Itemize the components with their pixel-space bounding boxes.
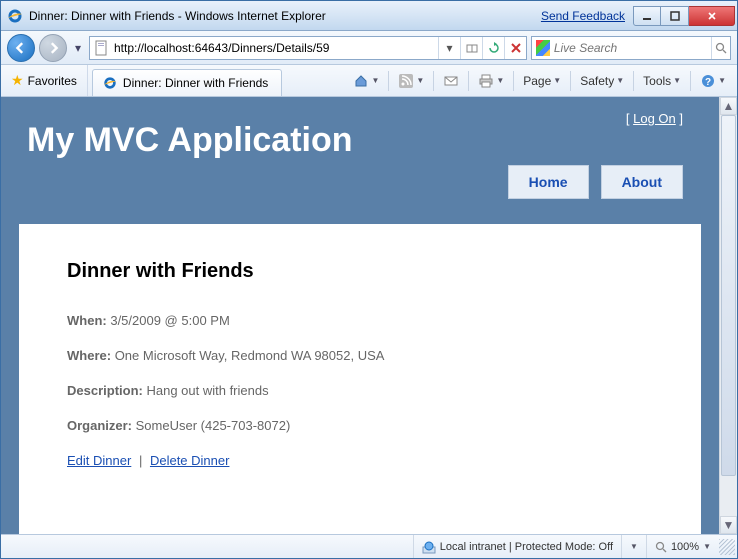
rss-icon <box>398 73 414 89</box>
zoom-text: 100% <box>671 541 699 553</box>
client-area: [ Log On ] My MVC Application Home About… <box>1 97 737 534</box>
search-provider-icon <box>536 40 550 56</box>
ie-icon <box>103 76 117 90</box>
status-bar: Local intranet | Protected Mode: Off ▼ 1… <box>1 534 737 558</box>
chevron-down-icon: ▼ <box>703 542 711 551</box>
action-links: Edit Dinner | Delete Dinner <box>67 453 653 468</box>
description-label: Description: <box>67 383 143 398</box>
title-bar: Dinner: Dinner with Friends - Windows In… <box>1 1 737 31</box>
address-bar: ▾ <box>89 36 527 60</box>
address-dropdown[interactable]: ▾ <box>438 37 460 59</box>
page-icon <box>94 40 110 56</box>
content-card: Dinner with Friends When: 3/5/2009 @ 5:0… <box>19 224 701 534</box>
close-button[interactable] <box>689 6 735 26</box>
when-label: When: <box>67 313 107 328</box>
browser-tab[interactable]: Dinner: Dinner with Friends <box>92 69 282 96</box>
recent-pages-dropdown[interactable]: ▾ <box>71 34 85 62</box>
intranet-icon <box>422 540 436 554</box>
tools-menu-label: Tools <box>643 74 671 88</box>
svg-text:?: ? <box>705 77 711 88</box>
help-icon: ? <box>700 73 716 89</box>
ie-icon <box>7 8 23 24</box>
back-button[interactable] <box>7 34 35 62</box>
tools-menu[interactable]: Tools ▼ <box>638 69 686 93</box>
scroll-track[interactable] <box>720 115 737 516</box>
command-bar: ★ Favorites Dinner: Dinner with Friends … <box>1 65 737 97</box>
where-label: Where: <box>67 348 111 363</box>
refresh-button[interactable] <box>482 37 504 59</box>
logon-link[interactable]: Log On <box>633 111 676 126</box>
where-row: Where: One Microsoft Way, Redmond WA 980… <box>67 348 653 363</box>
search-box <box>531 36 731 60</box>
minimize-button[interactable] <box>633 6 661 26</box>
home-button[interactable]: ▼ <box>348 69 384 93</box>
bracket: ] <box>676 111 683 126</box>
feeds-button[interactable]: ▼ <box>393 69 429 93</box>
scroll-up-button[interactable]: ▲ <box>720 97 737 115</box>
compat-view-button[interactable] <box>460 37 482 59</box>
zone-segment[interactable]: Local intranet | Protected Mode: Off <box>413 535 621 558</box>
chevron-down-icon: ▼ <box>630 542 638 551</box>
page-menu-label: Page <box>523 74 551 88</box>
search-button[interactable] <box>711 37 730 59</box>
tab-title: Dinner: Dinner with Friends <box>123 76 268 90</box>
main-menu: Home About <box>508 165 683 199</box>
read-mail-button[interactable] <box>438 69 464 93</box>
star-icon: ★ <box>11 72 24 89</box>
print-button[interactable]: ▼ <box>473 69 509 93</box>
resize-grip[interactable] <box>719 539 735 555</box>
zone-text: Local intranet | Protected Mode: Off <box>440 541 613 553</box>
window-title: Dinner: Dinner with Friends - Windows In… <box>29 9 326 23</box>
forward-button[interactable] <box>39 34 67 62</box>
command-buttons: ▼ ▼ ▼ Page ▼ Safety ▼ Tools ▼ ?▼ <box>342 65 737 96</box>
logon-area: [ Log On ] <box>626 111 683 126</box>
menu-home[interactable]: Home <box>508 165 589 199</box>
zoom-segment[interactable]: 100% ▼ <box>646 535 719 558</box>
delete-dinner-link[interactable]: Delete Dinner <box>150 453 230 468</box>
organizer-row: Organizer: SomeUser (425-703-8072) <box>67 418 653 433</box>
favorites-label: Favorites <box>28 74 77 88</box>
zone-dropdown[interactable]: ▼ <box>621 535 646 558</box>
dinner-heading: Dinner with Friends <box>67 260 653 283</box>
when-value: 3/5/2009 @ 5:00 PM <box>110 313 229 328</box>
organizer-label: Organizer: <box>67 418 132 433</box>
scroll-thumb[interactable] <box>721 115 736 476</box>
menu-about[interactable]: About <box>601 165 683 199</box>
description-row: Description: Hang out with friends <box>67 383 653 398</box>
page-content: [ Log On ] My MVC Application Home About… <box>1 97 719 534</box>
print-icon <box>478 73 494 89</box>
favorites-button[interactable]: ★ Favorites <box>1 65 88 96</box>
mail-icon <box>443 73 459 89</box>
address-input[interactable] <box>114 38 438 58</box>
maximize-button[interactable] <box>661 6 689 26</box>
browser-window: Dinner: Dinner with Friends - Windows In… <box>0 0 738 559</box>
edit-dinner-link[interactable]: Edit Dinner <box>67 453 131 468</box>
where-value: One Microsoft Way, Redmond WA 98052, USA <box>115 348 385 363</box>
vertical-scrollbar[interactable]: ▲ ▼ <box>719 97 737 534</box>
description-value: Hang out with friends <box>146 383 268 398</box>
window-buttons <box>633 6 735 26</box>
safety-menu-label: Safety <box>580 74 614 88</box>
send-feedback-link[interactable]: Send Feedback <box>541 9 625 23</box>
scroll-down-button[interactable]: ▼ <box>720 516 737 534</box>
nav-bar: ▾ ▾ <box>1 31 737 65</box>
zoom-icon <box>655 541 667 553</box>
organizer-value: SomeUser (425-703-8072) <box>136 418 291 433</box>
link-separator: | <box>139 453 142 468</box>
page-menu[interactable]: Page ▼ <box>518 69 566 93</box>
app-title: My MVC Application <box>27 121 701 160</box>
help-button[interactable]: ?▼ <box>695 69 731 93</box>
search-input[interactable] <box>554 41 711 55</box>
safety-menu[interactable]: Safety ▼ <box>575 69 629 93</box>
when-row: When: 3/5/2009 @ 5:00 PM <box>67 313 653 328</box>
stop-button[interactable] <box>504 37 526 59</box>
home-icon <box>353 73 369 89</box>
